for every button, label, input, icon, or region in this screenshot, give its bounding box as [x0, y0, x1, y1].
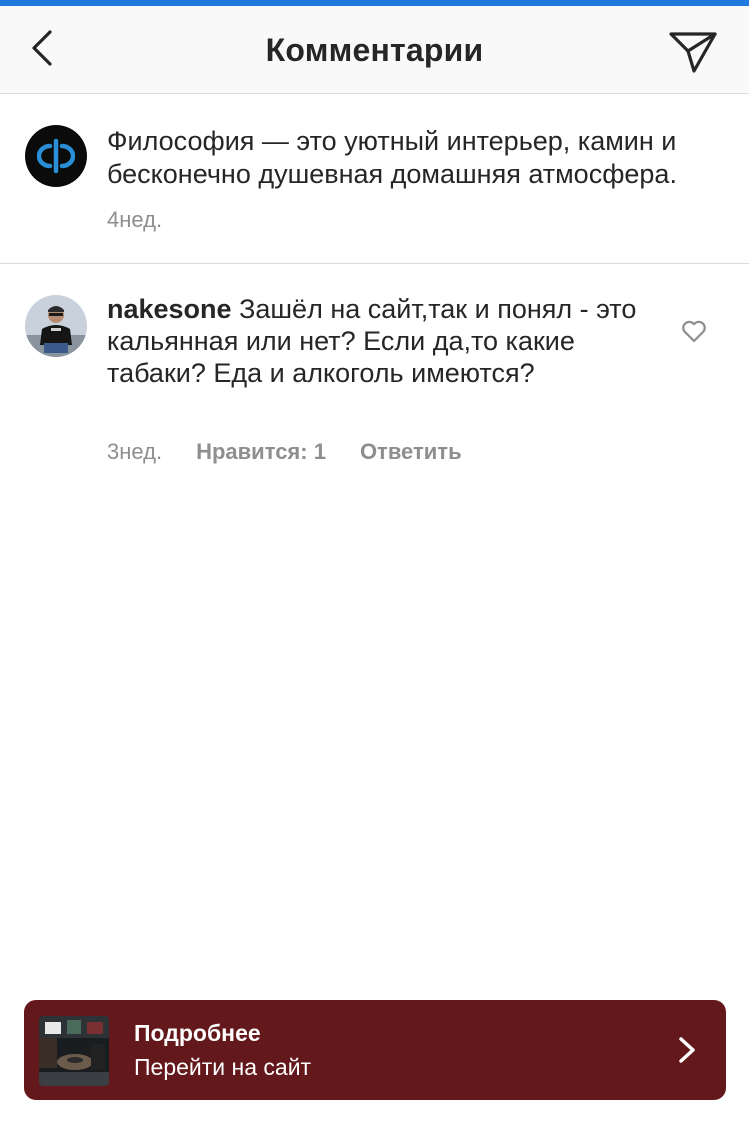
reply-button[interactable]: Ответить: [360, 439, 462, 465]
comment-username[interactable]: nakesone: [107, 294, 232, 324]
page-title: Комментарии: [265, 32, 484, 68]
user-photo-icon: [25, 295, 87, 357]
brand-logo-icon: [37, 138, 75, 174]
caption-text: Философия — это уютный интерьер, камин и…: [107, 126, 677, 189]
avatar[interactable]: [25, 295, 87, 357]
promo-subtitle: Перейти на сайт: [134, 1054, 312, 1080]
account-logo-avatar[interactable]: [25, 125, 87, 187]
interior-photo-icon: [39, 1016, 109, 1086]
caption-timestamp: 4нед.: [107, 207, 163, 232]
comment-meta: 3нед. Нравится: 1 Ответить: [107, 439, 462, 465]
header-bar: Комментарии: [0, 6, 749, 94]
post-caption: Философия — это уютный интерьер, камин и…: [0, 95, 749, 264]
like-button[interactable]: [680, 317, 708, 345]
comment-item: nakesone Зашёл на сайт,так и понял - это…: [0, 265, 749, 485]
promo-title: Подробнее: [134, 1020, 261, 1046]
promo-banner[interactable]: Подробнее Перейти на сайт: [24, 1000, 726, 1100]
comment-timestamp: 3нед.: [107, 439, 163, 464]
heart-icon: [682, 320, 706, 343]
promo-thumbnail: [39, 1016, 109, 1086]
paper-plane-icon: [669, 32, 717, 73]
chevron-right-icon: [679, 1037, 695, 1063]
comment-likes-link[interactable]: Нравится: 1: [196, 439, 326, 465]
comment-body: nakesone Зашёл на сайт,так и понял - это…: [107, 293, 647, 389]
share-button[interactable]: [666, 26, 720, 78]
